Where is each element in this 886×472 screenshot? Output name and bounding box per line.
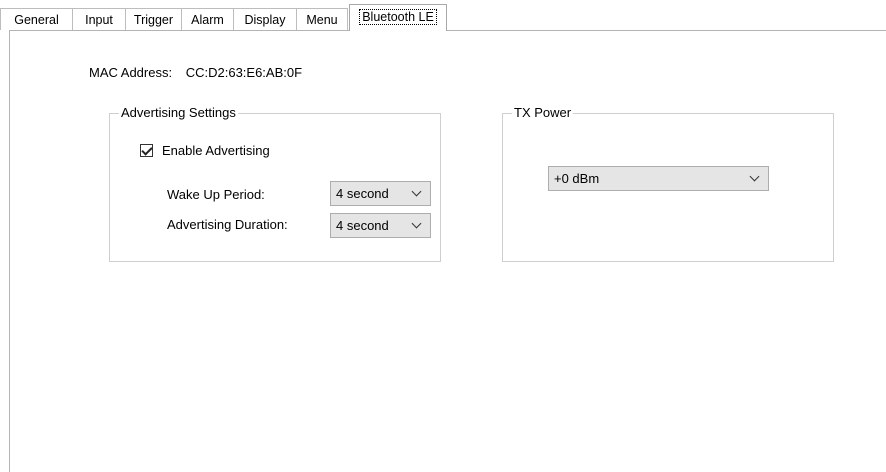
tab-label: Trigger xyxy=(133,13,174,27)
wake-up-period-dropdown[interactable]: 4 second xyxy=(330,181,431,206)
advertising-duration-dropdown[interactable]: 4 second xyxy=(330,213,431,238)
advertising-duration-value: 4 second xyxy=(336,218,389,233)
tab-label: Bluetooth LE xyxy=(359,9,437,25)
checkmark-icon xyxy=(141,143,153,156)
tab-label: Input xyxy=(85,13,113,27)
tx-power-dropdown[interactable]: +0 dBm xyxy=(548,166,769,191)
tab-label: Display xyxy=(244,13,286,27)
mac-address-value: CC:D2:63:E6:AB:0F xyxy=(185,65,303,80)
tab-label: Alarm xyxy=(191,13,224,27)
tx-power-value: +0 dBm xyxy=(554,171,600,186)
tab-bluetooth-le[interactable]: Bluetooth LE xyxy=(349,4,447,31)
tab-general[interactable]: General xyxy=(0,8,73,30)
tab-strip: General Input Trigger Alarm Display Menu… xyxy=(0,0,886,31)
mac-address-label: MAC Address: xyxy=(89,65,173,80)
tab-label: General xyxy=(14,13,59,27)
tab-alarm[interactable]: Alarm xyxy=(181,8,234,30)
checkbox-box[interactable] xyxy=(140,143,153,157)
chevron-down-icon xyxy=(749,171,760,182)
tab-menu[interactable]: Menu xyxy=(296,8,348,30)
bluetooth-settings-window: General Input Trigger Alarm Display Menu… xyxy=(0,0,886,472)
tab-trigger[interactable]: Trigger xyxy=(125,8,182,30)
advertising-duration-label: Advertising Duration: xyxy=(167,217,288,232)
tx-power-title: TX Power xyxy=(512,105,574,121)
tab-input[interactable]: Input xyxy=(72,8,126,30)
tab-display[interactable]: Display xyxy=(233,8,297,30)
advertising-settings-title: Advertising Settings xyxy=(119,105,238,121)
mac-address-row: MAC Address: CC:D2:63:E6:AB:0F xyxy=(89,64,302,82)
chevron-down-icon xyxy=(411,186,422,197)
enable-advertising-label: Enable Advertising xyxy=(162,142,270,158)
wake-up-period-label: Wake Up Period: xyxy=(167,187,265,202)
tab-label: Menu xyxy=(306,13,338,27)
enable-advertising-checkbox[interactable]: Enable Advertising xyxy=(140,141,270,159)
wake-up-period-value: 4 second xyxy=(336,186,389,201)
chevron-down-icon xyxy=(411,218,422,229)
